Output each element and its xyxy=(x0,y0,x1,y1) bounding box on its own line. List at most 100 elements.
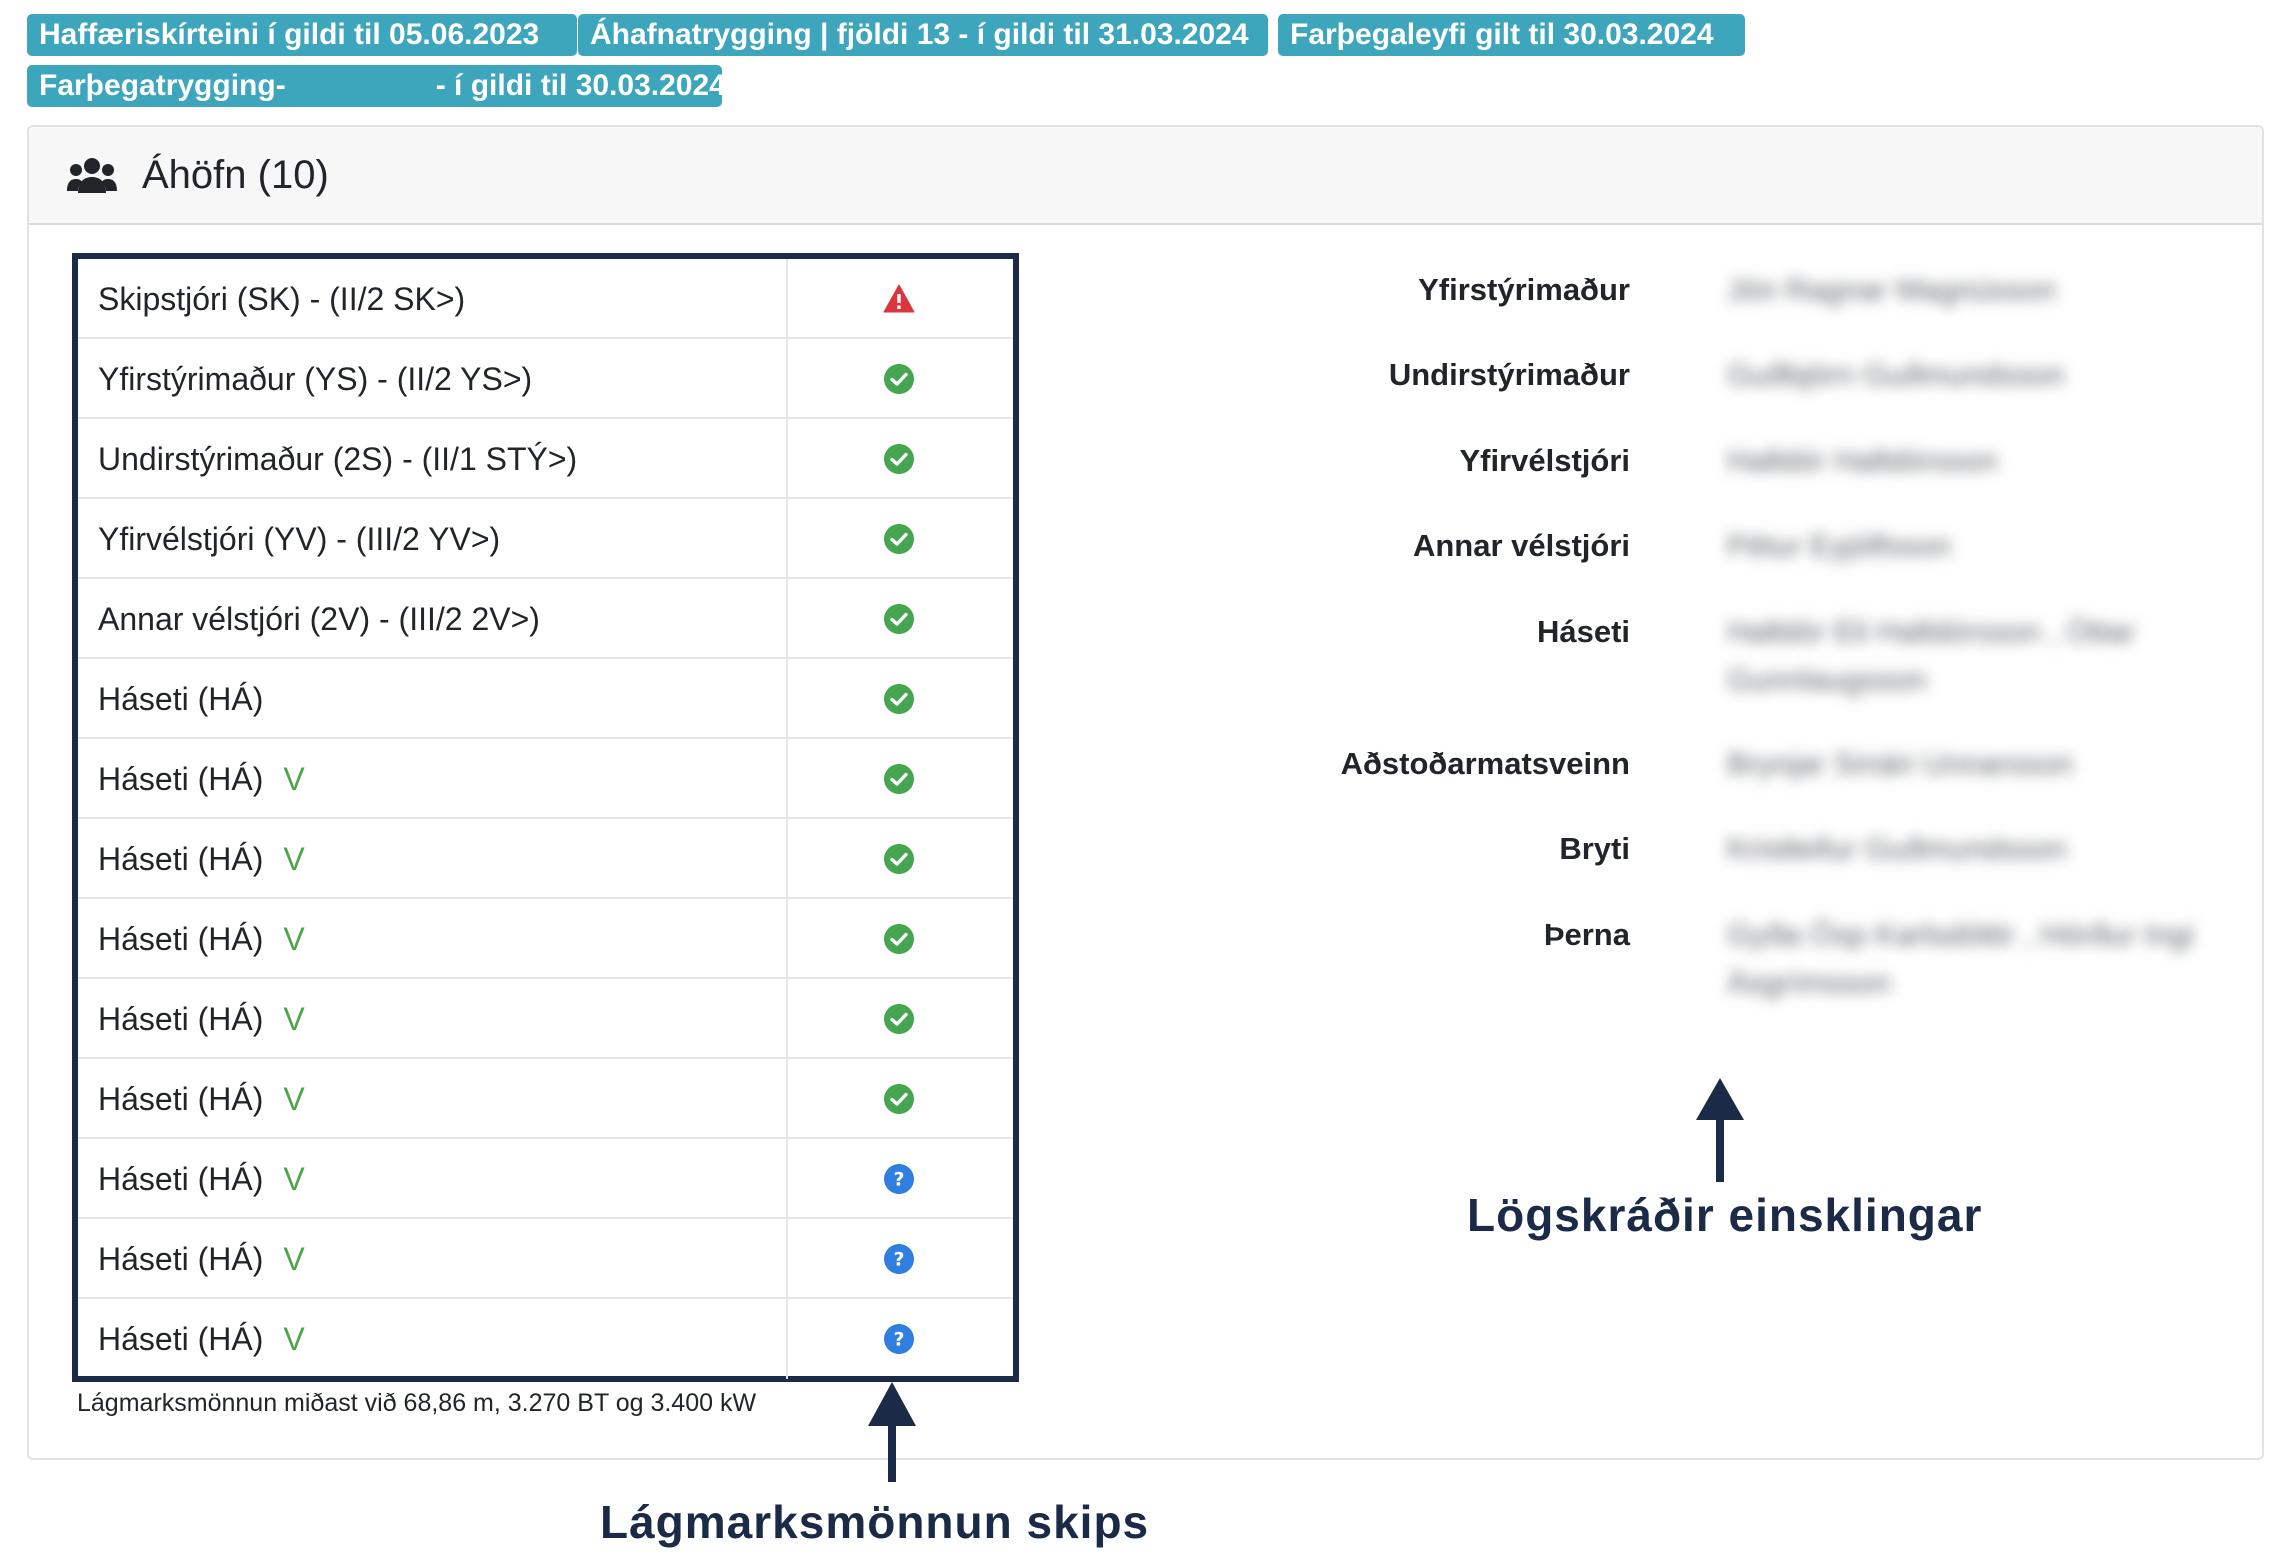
registered-check-mark: V xyxy=(283,1241,305,1277)
table-row: Háseti (HÁ) V xyxy=(78,1059,1013,1139)
registered-person-name: Gyða Ösp Karlsdóttir , Hörður Ingi Ásgrí… xyxy=(1727,917,2194,1000)
column-divider xyxy=(786,499,788,577)
crew-role-label: Háseti (HÁ) V xyxy=(98,1219,305,1299)
registered-check-mark: V xyxy=(283,1081,305,1117)
warning-triangle-icon xyxy=(883,284,915,313)
arrow-up-icon xyxy=(868,1382,916,1482)
registered-role-label: Yfirvélstjóri xyxy=(1459,443,1630,478)
column-divider xyxy=(786,1139,788,1217)
minimum-crew-callout: Lágmarksmönnun skips xyxy=(600,1496,1150,1548)
table-row: Háseti (HÁ) V? xyxy=(78,1219,1013,1299)
check-circle-icon xyxy=(884,524,914,554)
crew-insurance-badge: Áhafnatrygging | fjöldi 13 - í gildi til… xyxy=(578,14,1268,56)
registered-check-mark: V xyxy=(283,921,305,957)
table-row: Undirstýrimaður (2S) - (II/1 STÝ>) xyxy=(78,419,1013,499)
crew-role-label: Háseti (HÁ) V xyxy=(98,819,305,899)
table-row: Annar vélstjóri (2V) - (III/2 2V>) xyxy=(78,579,1013,659)
minimum-crew-footnote: Lágmarksmönnun miðast við 68,86 m, 3.270… xyxy=(77,1389,757,1417)
check-circle-icon xyxy=(884,924,914,954)
card-title: Áhöfn (10) xyxy=(142,153,329,197)
crew-role-label: Yfirvélstjóri (YV) - (III/2 YV>) xyxy=(98,499,500,579)
registered-role-label: Aðstoðarmatsveinn xyxy=(1340,746,1630,781)
question-circle-icon: ? xyxy=(884,1244,914,1274)
passenger-insurance-badge: Farþegatrygging- - í gildi til 30.03.202… xyxy=(27,65,726,107)
table-row: Háseti (HÁ) V xyxy=(78,899,1013,979)
crew-role-text: Háseti (HÁ) xyxy=(98,841,264,877)
registered-check-mark: V xyxy=(283,761,305,797)
table-row: Yfirvélstjóri (YV) - (III/2 YV>) xyxy=(78,499,1013,579)
registered-check-mark: V xyxy=(283,1001,305,1037)
registered-crew-callout: Lögskráðir einsklingar xyxy=(1467,1189,1983,1241)
crew-role-text: Yfirstýrimaður (YS) - (II/2 YS>) xyxy=(98,361,533,397)
svg-text:?: ? xyxy=(893,1169,904,1191)
registered-person-name: Pétur Eyjólfsson xyxy=(1727,528,1951,563)
column-divider xyxy=(786,659,788,737)
crew-role-label: Annar vélstjóri (2V) - (III/2 2V>) xyxy=(98,579,540,659)
column-divider xyxy=(786,339,788,417)
registered-person-name: Guðbjörn Guðmundsson xyxy=(1727,357,2065,392)
table-row: Háseti (HÁ) V xyxy=(78,819,1013,899)
registered-person-name: Halldór Halldórsson xyxy=(1727,443,1998,478)
registered-role-label: Undirstýrimaður xyxy=(1388,357,1630,392)
table-row: Skipstjóri (SK) - (II/2 SK>) xyxy=(78,259,1013,339)
column-divider xyxy=(786,899,788,977)
registered-check-mark: V xyxy=(283,1321,305,1357)
crew-role-label: Háseti (HÁ) V xyxy=(98,1299,305,1379)
card-header: Áhöfn (10) xyxy=(29,127,2262,225)
registered-person-name: Jón Ragnar Magnússon xyxy=(1727,272,2057,307)
passenger-license-badge: Farþegaleyfi gilt til 30.03.2024 xyxy=(1278,14,1745,56)
svg-text:?: ? xyxy=(893,1329,904,1351)
users-icon xyxy=(67,158,117,193)
registered-role-label: Annar vélstjóri xyxy=(1412,528,1630,563)
crew-role-text: Háseti (HÁ) xyxy=(98,681,264,717)
crew-role-text: Háseti (HÁ) xyxy=(98,1321,264,1357)
table-row: Háseti (HÁ) V? xyxy=(78,1139,1013,1219)
table-row: Háseti (HÁ) xyxy=(78,659,1013,739)
crew-role-label: Yfirstýrimaður (YS) - (II/2 YS>) xyxy=(98,339,532,419)
crew-role-label: Undirstýrimaður (2S) - (II/1 STÝ>) xyxy=(98,419,577,499)
registered-check-mark: V xyxy=(283,841,305,877)
column-divider xyxy=(786,979,788,1057)
crew-role-text: Undirstýrimaður (2S) - (II/1 STÝ>) xyxy=(98,441,578,477)
column-divider xyxy=(786,739,788,817)
column-divider xyxy=(786,819,788,897)
check-circle-icon xyxy=(884,764,914,794)
check-circle-icon xyxy=(884,844,914,874)
crew-role-text: Háseti (HÁ) xyxy=(98,921,264,957)
crew-role-label: Háseti (HÁ) xyxy=(98,659,263,739)
column-divider xyxy=(786,579,788,657)
column-divider xyxy=(786,1219,788,1297)
registered-role-label: Yfirstýrimaður xyxy=(1418,272,1630,307)
crew-role-label: Háseti (HÁ) V xyxy=(98,739,305,819)
crew-role-label: Háseti (HÁ) V xyxy=(98,1139,305,1219)
crew-role-text: Háseti (HÁ) xyxy=(98,1241,264,1277)
column-divider xyxy=(786,1059,788,1137)
crew-role-text: Háseti (HÁ) xyxy=(98,1001,264,1037)
crew-role-label: Háseti (HÁ) V xyxy=(98,979,305,1059)
check-circle-icon xyxy=(884,1084,914,1114)
question-circle-icon: ? xyxy=(884,1324,914,1354)
registered-role-label: Þerna xyxy=(1543,917,1630,952)
registered-person-name: Halldór Eli Halldórsson , Óttar Gunnlaug… xyxy=(1727,614,2136,697)
table-row: Háseti (HÁ) V xyxy=(78,979,1013,1059)
check-circle-icon xyxy=(884,364,914,394)
crew-role-text: Skipstjóri (SK) - (II/2 SK>) xyxy=(98,281,466,317)
registered-check-mark: V xyxy=(283,1161,305,1197)
check-circle-icon xyxy=(884,1004,914,1034)
check-circle-icon xyxy=(884,684,914,714)
table-row: Háseti (HÁ) V xyxy=(78,739,1013,819)
registered-role-label: Bryti xyxy=(1559,831,1630,866)
column-divider xyxy=(786,259,788,337)
crew-role-text: Yfirvélstjóri (YV) - (III/2 YV>) xyxy=(98,521,501,557)
column-divider xyxy=(786,419,788,497)
crew-role-text: Háseti (HÁ) xyxy=(98,1161,264,1197)
minimum-crew-table: Skipstjóri (SK) - (II/2 SK>) Yfirstýrimað… xyxy=(72,253,1019,1382)
crew-role-text: Háseti (HÁ) xyxy=(98,761,264,797)
svg-text:?: ? xyxy=(893,1249,904,1271)
crew-role-label: Háseti (HÁ) V xyxy=(98,899,305,979)
registered-role-label: Háseti xyxy=(1536,614,1630,649)
crew-role-label: Háseti (HÁ) V xyxy=(98,1059,305,1139)
registered-person-name: Brynjar Smári Unnarsson xyxy=(1727,746,2074,781)
column-divider xyxy=(786,1299,788,1379)
question-circle-icon: ? xyxy=(884,1164,914,1194)
